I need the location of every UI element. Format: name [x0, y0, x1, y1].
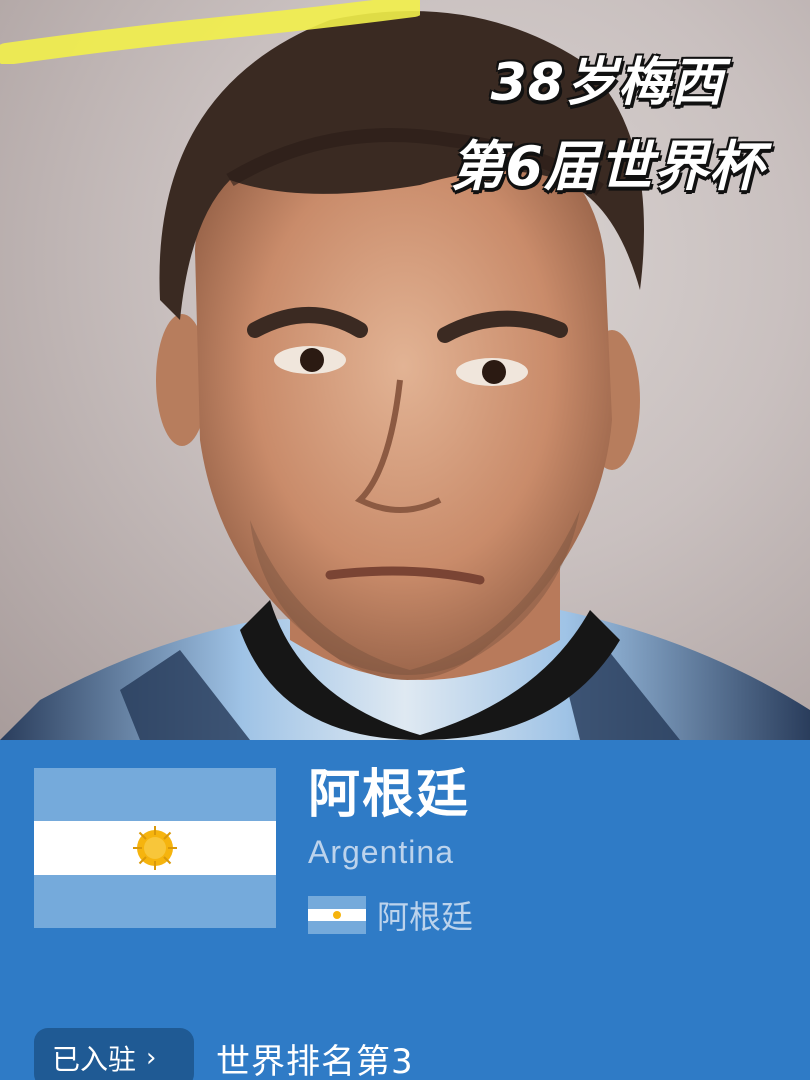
country-name-zh: 阿根廷: [308, 765, 471, 825]
joined-button-label: 已入驻: [52, 1043, 137, 1076]
argentina-mini-flag-icon: [308, 896, 366, 934]
caption-line-1: 38岁梅西: [490, 53, 724, 113]
world-ranking-text: 世界排名第3: [216, 1042, 414, 1080]
highlight-stroke: [0, 0, 420, 64]
country-info-panel: 阿根廷 Argentina 阿根廷 已入驻 › 世界排名第3: [0, 740, 810, 1080]
argentina-flag-icon: [34, 768, 276, 928]
flag-country-label: 阿根廷: [377, 898, 474, 936]
chevron-right-icon: ›: [146, 1043, 157, 1073]
country-name-en: Argentina: [308, 834, 454, 870]
caption-line-2: 第6届世界杯: [450, 135, 764, 198]
joined-button[interactable]: 已入驻 ›: [34, 1028, 194, 1080]
portrait-photo: 38岁梅西 第6届世界杯: [0, 0, 810, 740]
